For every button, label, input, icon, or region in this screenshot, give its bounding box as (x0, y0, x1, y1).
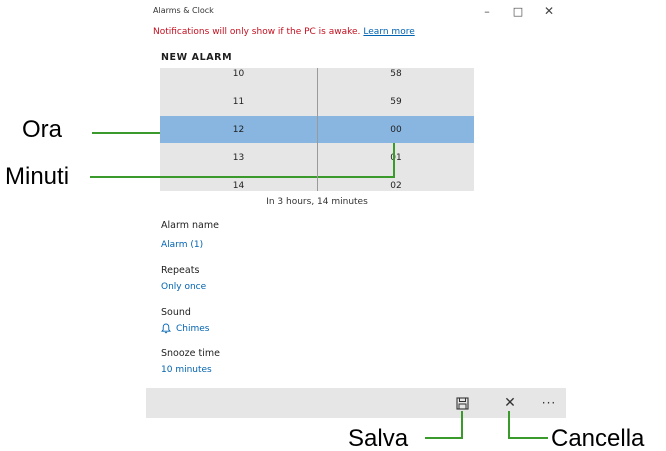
callout-cancella-line (508, 437, 548, 439)
cancel-button[interactable]: ✕ (495, 388, 525, 418)
minute-column[interactable]: 58 59 00 01 02 (318, 68, 474, 191)
bell-icon (161, 323, 171, 334)
callout-cancella: Cancella (551, 425, 645, 451)
minimize-button[interactable]: – (475, 2, 499, 20)
minute-option[interactable]: 01 (318, 144, 474, 171)
hour-option[interactable]: 13 (160, 144, 317, 171)
snooze-field[interactable]: 10 minutes (161, 365, 212, 375)
notice-text: Notifications will only show if the PC i… (153, 27, 361, 37)
callout-ora: Ora (22, 116, 63, 143)
close-window-button[interactable]: ✕ (537, 2, 561, 20)
alarm-name-label: Alarm name (161, 220, 219, 231)
hour-column[interactable]: 10 11 12 13 14 (160, 68, 317, 191)
notification-notice: Notifications will only show if the PC i… (153, 27, 415, 37)
callout-minuti-line (90, 176, 394, 178)
sound-field[interactable]: Chimes (161, 323, 209, 334)
callout-minuti: Minuti (5, 163, 70, 190)
sound-value: Chimes (176, 323, 210, 334)
command-bar: ✕ ··· (146, 388, 566, 418)
sound-label: Sound (161, 307, 191, 318)
save-icon (455, 396, 469, 410)
more-options-button[interactable]: ··· (534, 388, 564, 418)
minute-option[interactable]: 02 (318, 172, 474, 191)
window-title: Alarms & Clock (153, 6, 214, 15)
more-icon: ··· (541, 396, 557, 410)
time-until-alarm: In 3 hours, 14 minutes (266, 197, 368, 207)
minute-option[interactable]: 59 (318, 88, 474, 115)
callout-salva-line (425, 437, 463, 439)
alarm-name-field[interactable]: Alarm (1) (161, 240, 203, 250)
maximize-button[interactable]: □ (506, 2, 530, 20)
repeats-field[interactable]: Only once (161, 282, 206, 292)
callout-salva: Salva (348, 425, 409, 451)
repeats-label: Repeats (161, 265, 200, 276)
minute-option[interactable]: 58 (318, 68, 474, 87)
minute-option-selected[interactable]: 00 (318, 116, 474, 143)
snooze-label: Snooze time (161, 348, 220, 359)
hour-option-selected[interactable]: 12 (160, 116, 317, 143)
hour-option[interactable]: 14 (160, 172, 317, 191)
callout-salva-line-vertical (461, 411, 463, 439)
time-picker: 10 11 12 13 14 58 59 00 01 02 (160, 68, 474, 191)
page-title: NEW ALARM (161, 52, 233, 63)
hour-option[interactable]: 10 (160, 68, 317, 87)
hour-option[interactable]: 11 (160, 88, 317, 115)
close-icon: ✕ (504, 395, 516, 411)
callout-cancella-line-vertical (508, 411, 510, 439)
learn-more-link[interactable]: Learn more (363, 27, 414, 37)
